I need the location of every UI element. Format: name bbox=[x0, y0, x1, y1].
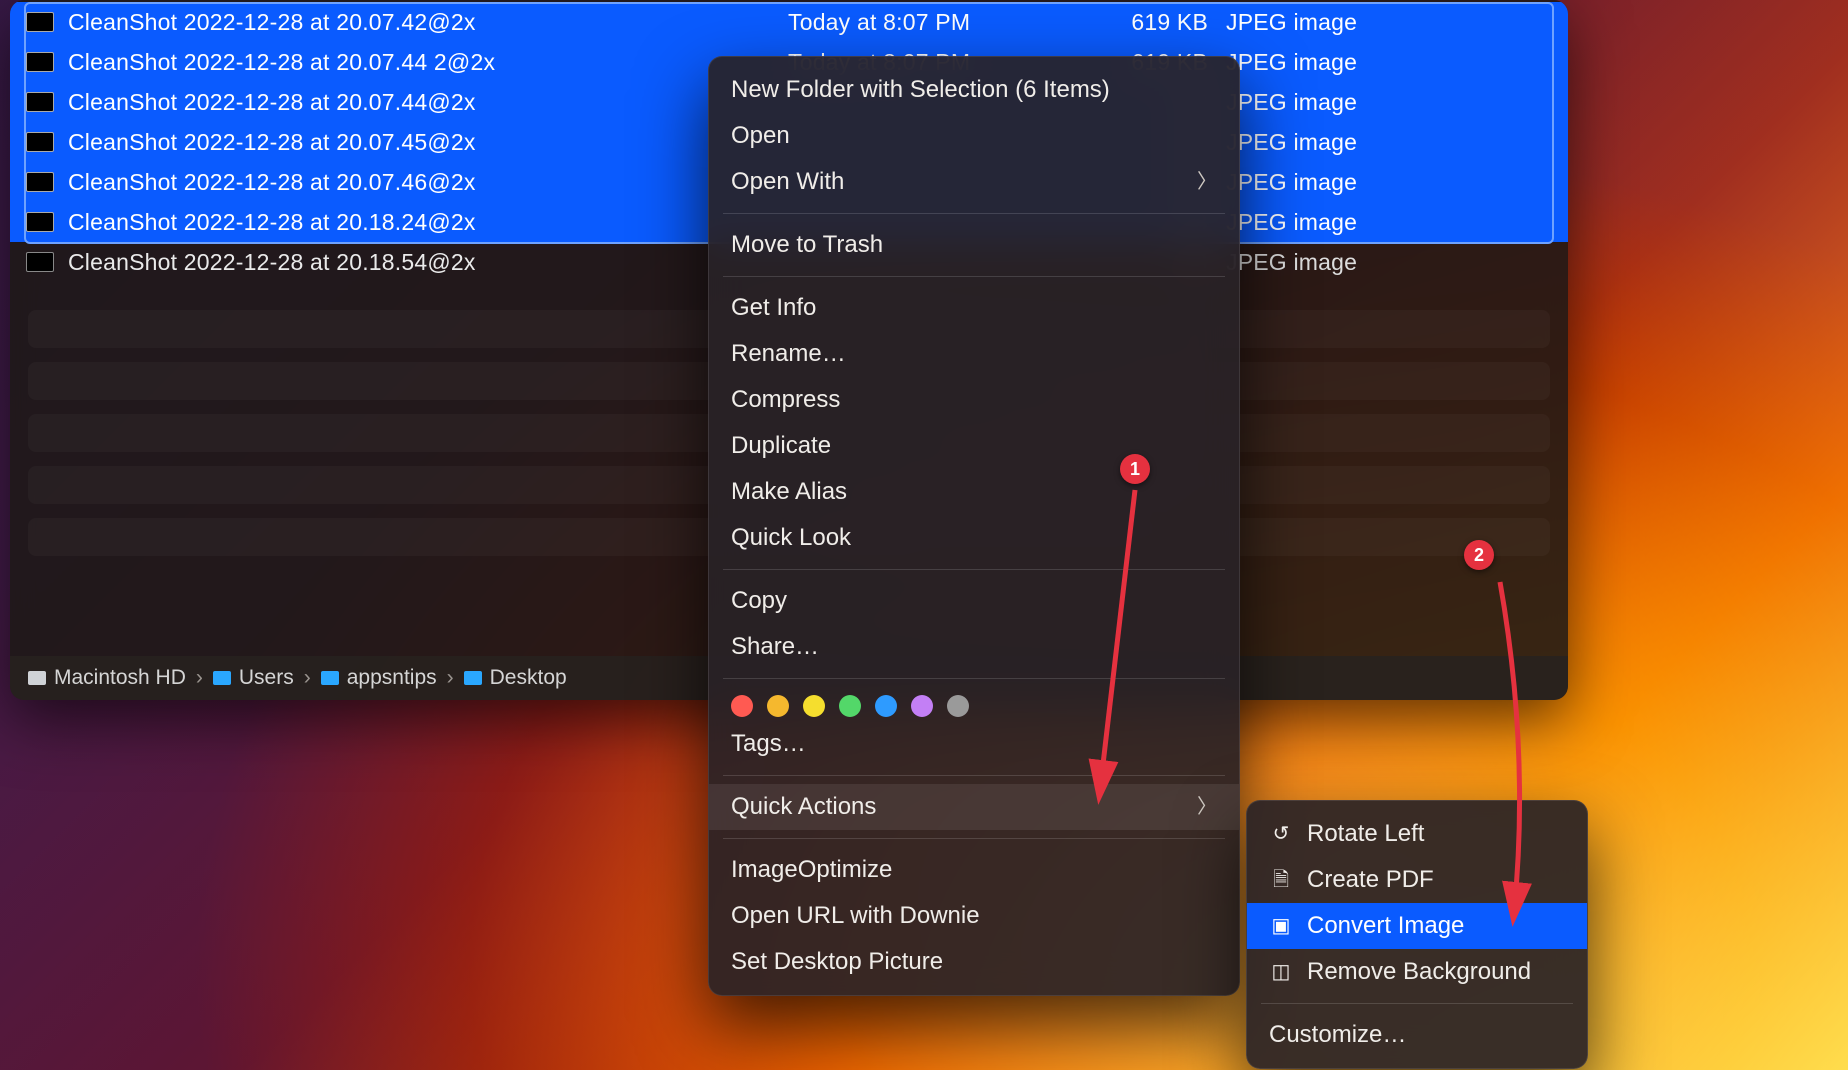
tag-color-dot[interactable] bbox=[947, 695, 969, 717]
file-kind: JPEG image bbox=[1208, 9, 1552, 36]
menu-divider bbox=[723, 838, 1225, 839]
file-icon bbox=[26, 252, 54, 272]
file-kind: JPEG image bbox=[1208, 89, 1552, 116]
menu-divider bbox=[723, 569, 1225, 570]
menu-quick-actions[interactable]: Quick Actions〉 bbox=[709, 784, 1239, 830]
chevron-right-icon: 〉 bbox=[1197, 165, 1217, 199]
path-separator: › bbox=[304, 666, 311, 690]
menu-make-alias[interactable]: Make Alias bbox=[709, 469, 1239, 515]
file-name: CleanShot 2022-12-28 at 20.07.42@2x bbox=[68, 9, 788, 36]
file-name: CleanShot 2022-12-28 at 20.07.45@2x bbox=[68, 129, 788, 156]
file-name: CleanShot 2022-12-28 at 20.18.24@2x bbox=[68, 209, 788, 236]
annotation-badge-1: 1 bbox=[1120, 454, 1150, 484]
path-separator: › bbox=[447, 666, 454, 690]
file-icon bbox=[26, 212, 54, 232]
file-icon bbox=[26, 12, 54, 32]
file-date: Today at 8:07 PM bbox=[788, 9, 1078, 36]
tag-color-dot[interactable] bbox=[875, 695, 897, 717]
path-segment[interactable]: Macintosh HD bbox=[28, 666, 186, 690]
submenu-remove-background[interactable]: ◫ Remove Background bbox=[1247, 949, 1587, 995]
file-kind: JPEG image bbox=[1208, 209, 1552, 236]
menu-divider bbox=[723, 775, 1225, 776]
remove-bg-icon: ◫ bbox=[1269, 960, 1293, 984]
path-segment[interactable]: appsntips bbox=[321, 666, 437, 690]
menu-open-url-downie[interactable]: Open URL with Downie bbox=[709, 893, 1239, 939]
file-name: CleanShot 2022-12-28 at 20.07.46@2x bbox=[68, 169, 788, 196]
file-icon bbox=[26, 132, 54, 152]
file-name: CleanShot 2022-12-28 at 20.07.44 2@2x bbox=[68, 49, 788, 76]
menu-duplicate[interactable]: Duplicate bbox=[709, 423, 1239, 469]
chevron-right-icon: 〉 bbox=[1197, 790, 1217, 824]
file-kind: JPEG image bbox=[1208, 169, 1552, 196]
menu-get-info[interactable]: Get Info bbox=[709, 285, 1239, 331]
menu-set-desktop-picture[interactable]: Set Desktop Picture bbox=[709, 939, 1239, 985]
folder-icon bbox=[321, 671, 339, 685]
file-row[interactable]: CleanShot 2022-12-28 at 20.07.42@2xToday… bbox=[10, 2, 1568, 42]
menu-divider bbox=[1261, 1003, 1573, 1004]
menu-new-folder[interactable]: New Folder with Selection (6 Items) bbox=[709, 67, 1239, 113]
rotate-left-icon: ↺ bbox=[1269, 822, 1293, 846]
drive-icon bbox=[28, 671, 46, 685]
file-icon bbox=[26, 52, 54, 72]
folder-icon bbox=[213, 671, 231, 685]
menu-rename[interactable]: Rename… bbox=[709, 331, 1239, 377]
menu-open[interactable]: Open bbox=[709, 113, 1239, 159]
tag-color-dot[interactable] bbox=[767, 695, 789, 717]
menu-divider bbox=[723, 276, 1225, 277]
menu-divider bbox=[723, 213, 1225, 214]
tag-color-dot[interactable] bbox=[803, 695, 825, 717]
quick-actions-submenu: ↺ Rotate Left 🗎 Create PDF ▣ Convert Ima… bbox=[1246, 800, 1588, 1069]
context-menu: New Folder with Selection (6 Items) Open… bbox=[708, 56, 1240, 996]
menu-share[interactable]: Share… bbox=[709, 624, 1239, 670]
tag-color-dot[interactable] bbox=[911, 695, 933, 717]
annotation-badge-2: 2 bbox=[1464, 540, 1494, 570]
file-name: CleanShot 2022-12-28 at 20.07.44@2x bbox=[68, 89, 788, 116]
file-icon bbox=[26, 92, 54, 112]
file-kind: JPEG image bbox=[1208, 49, 1552, 76]
tag-color-dot[interactable] bbox=[731, 695, 753, 717]
tag-color-dot[interactable] bbox=[839, 695, 861, 717]
menu-divider bbox=[723, 678, 1225, 679]
menu-copy[interactable]: Copy bbox=[709, 578, 1239, 624]
menu-move-to-trash[interactable]: Move to Trash bbox=[709, 222, 1239, 268]
submenu-rotate-left[interactable]: ↺ Rotate Left bbox=[1247, 811, 1587, 857]
menu-tags[interactable]: Tags… bbox=[709, 721, 1239, 767]
tag-color-row bbox=[709, 687, 1239, 721]
menu-quick-look[interactable]: Quick Look bbox=[709, 515, 1239, 561]
file-size: 619 KB bbox=[1078, 9, 1208, 36]
menu-image-optimize[interactable]: ImageOptimize bbox=[709, 847, 1239, 893]
path-separator: › bbox=[196, 666, 203, 690]
submenu-create-pdf[interactable]: 🗎 Create PDF bbox=[1247, 857, 1587, 903]
file-name: CleanShot 2022-12-28 at 20.18.54@2x bbox=[68, 249, 788, 276]
file-icon bbox=[26, 172, 54, 192]
menu-open-with[interactable]: Open With〉 bbox=[709, 159, 1239, 205]
submenu-convert-image[interactable]: ▣ Convert Image bbox=[1247, 903, 1587, 949]
file-kind: JPEG image bbox=[1208, 249, 1552, 276]
image-icon: ▣ bbox=[1269, 914, 1293, 938]
path-segment[interactable]: Users bbox=[213, 666, 294, 690]
file-kind: JPEG image bbox=[1208, 129, 1552, 156]
submenu-customize[interactable]: Customize… bbox=[1247, 1012, 1587, 1058]
folder-icon bbox=[464, 671, 482, 685]
menu-compress[interactable]: Compress bbox=[709, 377, 1239, 423]
document-icon: 🗎 bbox=[1269, 868, 1293, 892]
path-segment[interactable]: Desktop bbox=[464, 666, 567, 690]
